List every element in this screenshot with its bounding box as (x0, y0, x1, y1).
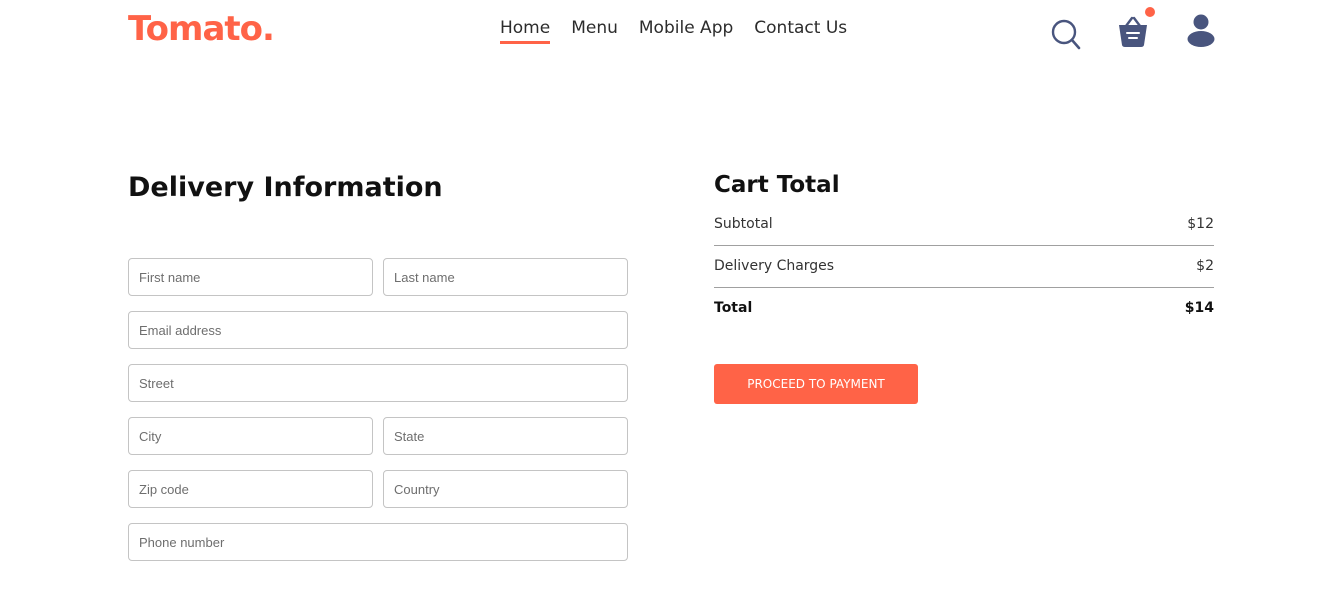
delivery-title: Delivery Information (128, 172, 443, 203)
street-row (128, 364, 628, 402)
profile-icon[interactable] (1186, 13, 1216, 47)
zip-code-input[interactable] (128, 470, 373, 508)
cart-total-section: Cart Total Subtotal $12 Delivery Charges… (714, 172, 1214, 319)
total-label: Total (714, 300, 753, 316)
cart-indicator-dot (1145, 7, 1155, 17)
delivery-charges-value: $2 (1196, 258, 1214, 274)
email-row (128, 311, 628, 349)
delivery-charges-label: Delivery Charges (714, 258, 835, 274)
total-row: Total $14 (714, 298, 1214, 319)
state-input[interactable] (383, 417, 628, 455)
country-input[interactable] (383, 470, 628, 508)
email-input[interactable] (128, 311, 628, 349)
nav-item-mobile-app[interactable]: Mobile App (639, 18, 733, 44)
cart-total-title: Cart Total (714, 172, 840, 198)
subtotal-row: Subtotal $12 (714, 214, 1214, 235)
nav-actions (1050, 12, 1220, 52)
delivery-charges-row: Delivery Charges $2 (714, 256, 1214, 277)
delivery-section: Delivery Information (128, 172, 628, 203)
city-state-row (128, 417, 628, 455)
phone-input[interactable] (128, 523, 628, 561)
search-icon[interactable] (1050, 17, 1082, 51)
logo[interactable]: Tomato. (128, 9, 275, 49)
first-name-input[interactable] (128, 258, 373, 296)
city-input[interactable] (128, 417, 373, 455)
navbar: Tomato. Home Menu Mobile App Contact Us (0, 0, 1342, 62)
street-input[interactable] (128, 364, 628, 402)
zip-country-row (128, 470, 628, 508)
total-value: $14 (1184, 300, 1214, 316)
proceed-to-payment-button[interactable]: PROCEED TO PAYMENT (714, 364, 918, 404)
nav-item-home[interactable]: Home (500, 18, 551, 44)
nav-item-menu[interactable]: Menu (571, 18, 618, 44)
nav-menu: Home Menu Mobile App Contact Us (500, 18, 847, 44)
phone-row (128, 523, 628, 561)
subtotal-label: Subtotal (714, 216, 773, 232)
divider (714, 287, 1214, 288)
basket-icon[interactable] (1116, 14, 1150, 48)
last-name-input[interactable] (383, 258, 628, 296)
delivery-form (128, 258, 628, 576)
name-row (128, 258, 628, 296)
nav-item-contact-us[interactable]: Contact Us (754, 18, 847, 44)
subtotal-value: $12 (1187, 216, 1214, 232)
divider (714, 245, 1214, 246)
